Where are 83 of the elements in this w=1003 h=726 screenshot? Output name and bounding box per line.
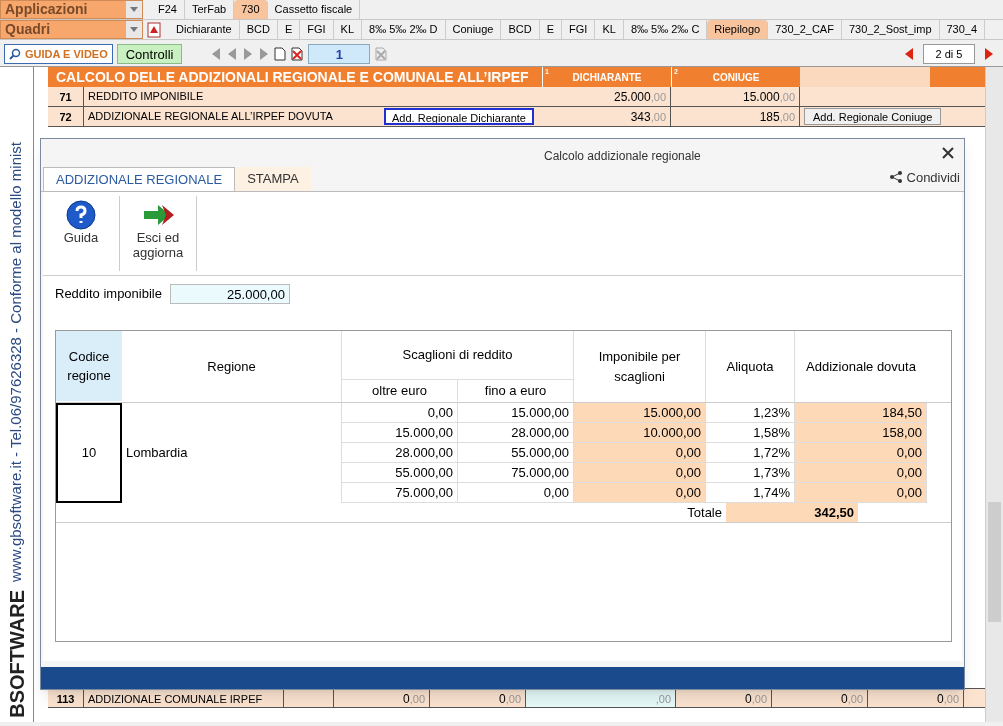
- tab[interactable]: E: [277, 20, 301, 39]
- table-cell: 0,00: [574, 483, 706, 503]
- column-header: Codice regione: [56, 331, 122, 401]
- table-cell: 184,50: [795, 403, 927, 423]
- total-value: 342,50: [726, 503, 858, 522]
- share-button[interactable]: Condividi: [888, 167, 960, 187]
- toolbar-button[interactable]: Guida: [43, 196, 120, 271]
- table-cell: 55.000,00: [342, 463, 458, 483]
- tab[interactable]: E: [539, 20, 563, 39]
- table-cell: 15.000,00: [342, 423, 458, 443]
- tab[interactable]: KL: [333, 20, 363, 39]
- calculate-button[interactable]: Add. Regionale Coniuge: [804, 108, 942, 125]
- column-header: oltre euro: [342, 379, 458, 401]
- checks-button[interactable]: Controlli: [116, 44, 183, 64]
- table-cell: 0,00: [795, 463, 927, 483]
- toolbar-button[interactable]: Esci ed aggiorna: [120, 196, 197, 271]
- dropdown-arrow-icon: [130, 7, 138, 12]
- tab[interactable]: FGI: [300, 20, 334, 39]
- tab[interactable]: FGI: [562, 20, 596, 39]
- field-label: Reddito imponibile: [55, 285, 162, 304]
- table-cell: 0,00: [574, 443, 706, 463]
- column-header: fino a euro: [458, 379, 574, 402]
- tab[interactable]: 730_4: [939, 20, 986, 39]
- tab[interactable]: Coniuge: [445, 20, 502, 39]
- value-cell: 25.000,00: [542, 87, 671, 106]
- dropdown-arrow-icon: [130, 27, 138, 32]
- column-header: Regione: [122, 331, 342, 402]
- share-icon: [888, 170, 903, 185]
- total-label: Totale: [686, 504, 723, 522]
- help-icon: [66, 200, 96, 230]
- table-cell: 75.000,00: [342, 483, 458, 503]
- table-cell: 28.000,00: [342, 443, 458, 463]
- logo: BSOFTWARE: [4, 590, 29, 718]
- row-label: REDDITO IMPONIBILE: [87, 89, 205, 105]
- table-cell: 0,00: [342, 403, 458, 423]
- record-field[interactable]: 1: [308, 44, 371, 64]
- tab[interactable]: ADDIZIONALE REGIONALE: [43, 167, 236, 191]
- search-icon: [9, 48, 21, 60]
- value-cell: 185,00: [671, 107, 800, 126]
- tab[interactable]: Cassetto fiscale: [267, 0, 361, 19]
- pdf-icon: [147, 22, 161, 38]
- previous-icon: [226, 46, 239, 62]
- table-cell: 0,00: [795, 443, 927, 463]
- tab[interactable]: F24: [151, 0, 185, 19]
- previous-icon: [903, 46, 915, 62]
- tab[interactable]: BCD: [501, 20, 540, 39]
- column-header: Scaglioni di reddito: [342, 331, 574, 379]
- column-header: Addizionale dovuta: [805, 357, 917, 376]
- value-cell: 343,00: [542, 107, 671, 126]
- row-number: 71: [48, 87, 84, 106]
- tab[interactable]: KL: [595, 20, 624, 39]
- page-indicator: 2 di 5: [923, 44, 975, 64]
- contact-text: www.gbsoftware.it - Tel.06/97626328 - Conforme al modello minist: [6, 142, 26, 583]
- close-button[interactable]: [942, 147, 954, 159]
- tab[interactable]: STAMPA: [235, 167, 311, 191]
- column-header: Aliquota: [706, 331, 795, 402]
- dropdown[interactable]: Quadri: [0, 20, 143, 39]
- new-page-icon[interactable]: [274, 47, 287, 61]
- income-field[interactable]: 25.000,00: [169, 284, 290, 304]
- tab[interactable]: 730: [234, 0, 268, 19]
- dropdown[interactable]: Applicazioni: [0, 0, 143, 19]
- delete-page-icon[interactable]: [290, 47, 305, 61]
- table-cell: 15.000,00: [574, 403, 706, 423]
- dialog-title: Calcolo addizionale regionale: [544, 148, 701, 165]
- tab[interactable]: BCD: [239, 20, 278, 39]
- row-number: 72: [48, 107, 84, 126]
- column-header: Imponibile per scaglioni: [574, 331, 706, 402]
- table-cell: 158,00: [795, 423, 927, 443]
- tab[interactable]: 730_2_CAF: [768, 20, 842, 39]
- tab[interactable]: 8‰ 5‰ 2‰ D: [362, 20, 446, 39]
- previous-icon: [210, 46, 223, 62]
- table-cell: Lombardia: [122, 403, 342, 503]
- table-cell: 0,00: [795, 483, 927, 503]
- tab[interactable]: Dichiarante: [169, 20, 240, 39]
- row-label: ADDIZIONALE REGIONALE ALL’IRPEF DOVUTA: [87, 109, 334, 125]
- table-cell: 10: [56, 403, 122, 503]
- table-cell: 10.000,00: [574, 423, 706, 443]
- section-title: CALCOLO DELLE ADDIZIONALI REGIONALE E COMUNALE ALL’IRPEF: [55, 67, 530, 87]
- table-cell: 0,00: [574, 463, 706, 483]
- value-cell: 15.000,00: [671, 87, 800, 106]
- next-icon: [983, 46, 995, 62]
- tab[interactable]: 730_2_Sost_imp: [841, 20, 940, 39]
- tab[interactable]: Riepilogo: [707, 20, 769, 39]
